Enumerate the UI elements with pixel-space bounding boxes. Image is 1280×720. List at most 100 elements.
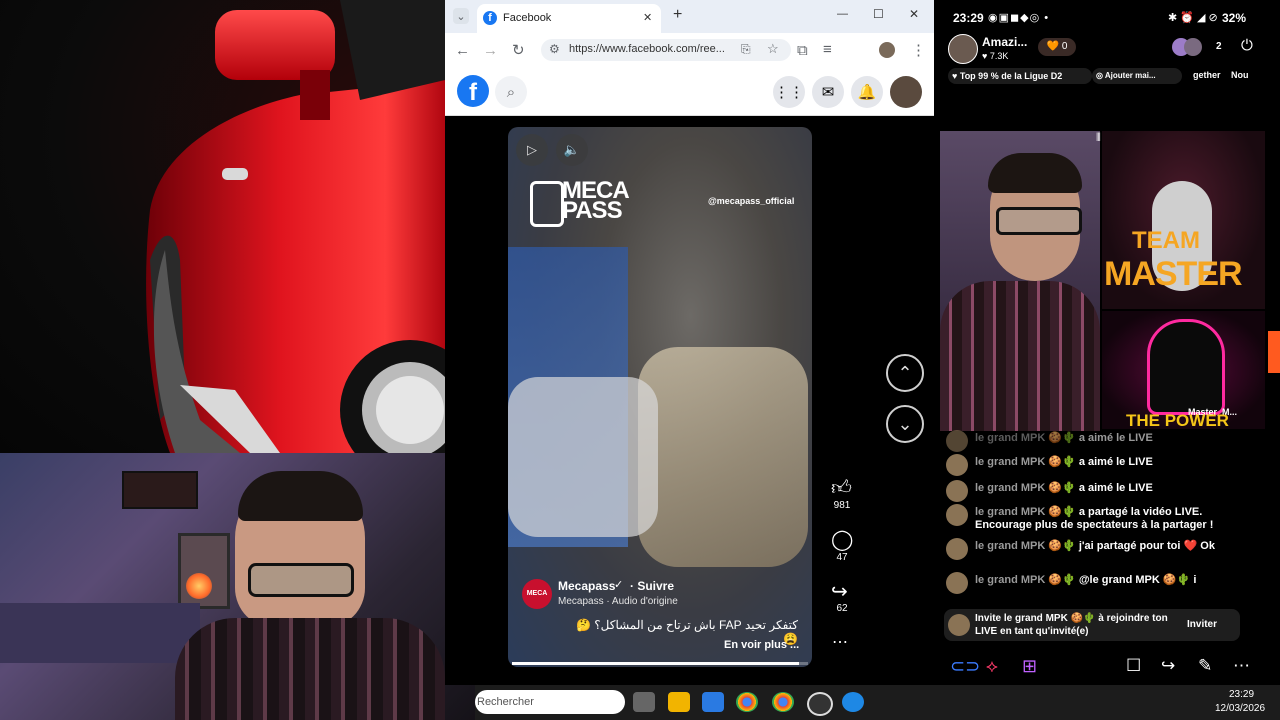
effects-icon[interactable]: ✎ <box>1198 656 1212 676</box>
progress-track[interactable] <box>512 662 808 665</box>
invite-button[interactable]: Inviter <box>1187 619 1217 630</box>
clock-time[interactable]: 23:29 <box>1229 689 1254 700</box>
host-glasses <box>996 207 1082 235</box>
streamer-name[interactable]: Amazi... <box>982 35 1027 49</box>
author-name[interactable]: Mecapass <box>558 579 615 593</box>
chrome-icon[interactable] <box>736 692 758 712</box>
store-icon[interactable] <box>702 692 724 712</box>
volume-icon[interactable]: 🔈 <box>556 134 588 166</box>
app-icon[interactable] <box>842 692 864 712</box>
hooded-figure <box>1147 319 1225 415</box>
co-host-icon[interactable]: ⊂⊃ <box>950 656 980 677</box>
obs-icon[interactable] <box>807 692 833 716</box>
window-close-button[interactable]: ✕ <box>909 7 919 21</box>
glasses <box>248 563 354 597</box>
guest-banner: TEAM <box>1132 227 1200 254</box>
chat-username[interactable]: le grand MPK <box>975 540 1045 552</box>
tab-title: Facebook <box>503 12 552 24</box>
tab-facebook[interactable]: f Facebook ✕ <box>477 4 661 33</box>
maximize-button[interactable]: ☐ <box>873 7 884 21</box>
search-icon[interactable]: ⌕ <box>495 76 527 108</box>
new-tab-button[interactable]: + <box>673 6 682 24</box>
person-hair <box>238 471 363 521</box>
task-view-icon[interactable] <box>633 692 655 712</box>
notifications-bell-icon[interactable]: 🔔 <box>851 76 883 108</box>
chat-body: a aimé le LIVE <box>1078 482 1153 494</box>
add-chip[interactable]: ◎ Ajouter mai... <box>1092 68 1182 84</box>
browser-menu-icon[interactable]: ⋮ <box>911 41 926 59</box>
coin-badge[interactable]: 🧡 0 <box>1038 38 1076 56</box>
back-arrow-icon[interactable]: ← <box>455 42 470 59</box>
chat-emoji: 🍪🌵 <box>1048 432 1076 444</box>
share-icon[interactable]: ↪ <box>1161 656 1175 676</box>
more-options-icon[interactable]: ⋯ <box>832 632 848 652</box>
chat-message: le grand MPK 🍪🌵 j'ai partagé pour toi ❤️… <box>946 538 1256 570</box>
follow-button[interactable]: · Suivre <box>630 579 674 593</box>
facebook-logo-icon[interactable]: f <box>457 75 489 107</box>
like-icon[interactable]: 👍︎ <box>831 476 852 500</box>
taskbar-search[interactable]: Rechercher <box>475 690 625 714</box>
viewer-avatar[interactable] <box>1184 38 1202 56</box>
profile-avatar[interactable] <box>890 76 922 108</box>
reel-video[interactable]: ▷ 🔈 MECA PASS @mecapass_official MECA Me… <box>508 127 812 667</box>
extensions-icon[interactable]: ⧉ <box>797 42 808 59</box>
rank-badge[interactable]: ♥ Top 99 % de la Ligue D2 <box>948 68 1092 84</box>
car-background-image <box>0 0 445 453</box>
chat-username[interactable]: le grand MPK <box>975 482 1045 494</box>
comment-count: 47 <box>836 552 848 563</box>
audio-source[interactable]: Mecapass · Audio d'origine <box>558 596 678 607</box>
chat-avatar <box>946 480 968 502</box>
forward-arrow-icon[interactable]: → <box>483 42 498 59</box>
guest-banner: THE POWER <box>1126 411 1229 430</box>
phone-time: 23:29 <box>953 11 984 25</box>
chat-username[interactable]: le grand MPK <box>975 432 1045 444</box>
bookmark-star-icon[interactable]: ☆ <box>767 41 779 57</box>
chat-username[interactable]: le grand MPK <box>975 506 1045 518</box>
profile-avatar[interactable] <box>879 42 895 58</box>
tab-search-icon[interactable]: ⌄ <box>453 8 469 24</box>
share-count: 62 <box>836 603 848 614</box>
chat-username[interactable]: le grand MPK <box>975 456 1045 468</box>
tab-close-icon[interactable]: ✕ <box>643 11 652 24</box>
chat-emoji: 🍪🌵 <box>1048 456 1076 468</box>
next-reel-button[interactable]: ⌄ <box>886 405 924 443</box>
more-icon[interactable]: ⋯ <box>1233 656 1250 676</box>
layout-icon[interactable]: ⦀ <box>1096 132 1101 145</box>
power-icon[interactable]: ⏻ <box>1241 37 1253 54</box>
reload-icon[interactable]: ↻ <box>512 41 525 59</box>
url-field[interactable]: ⚙ https://www.facebook.com/ree... ⎘ ☆ <box>541 39 791 61</box>
comment-icon[interactable]: ◯ <box>831 527 853 552</box>
share-icon[interactable]: ↪ <box>831 579 848 604</box>
together-chip[interactable]: gether <box>1193 70 1221 80</box>
like-count: 981 <box>833 500 851 511</box>
phone-live-stream: 23:29 ◉▣◼◆◎ • ✱ ⏰ ◢ ⊘ 32% Amazi... ♥ 7.3… <box>936 0 1267 685</box>
author-avatar[interactable]: MECA <box>522 579 552 609</box>
menu-grid-icon[interactable]: ⋮⋮ <box>773 76 805 108</box>
red-car-illustration <box>146 0 445 453</box>
chat-emoji: 🍪🌵 <box>1048 574 1076 586</box>
chat-avatar <box>946 538 968 560</box>
grid-icon[interactable]: ⊞ <box>1022 656 1037 677</box>
previous-reel-button[interactable]: ⌃ <box>886 354 924 392</box>
site-info-icon[interactable]: ⚙ <box>549 42 560 56</box>
invite-banner: Invite le grand MPK 🍪🌵 à rejoindre ton L… <box>944 609 1240 641</box>
media-controls-icon[interactable]: ≡ <box>823 41 832 58</box>
watermark-logo-text: PASS <box>562 197 623 224</box>
cast-icon[interactable]: ⎘ <box>741 42 751 57</box>
chat-body: a aimé le LIVE <box>1078 456 1153 468</box>
minimize-button[interactable]: — <box>837 8 848 20</box>
message-icon[interactable]: ☐ <box>1126 656 1141 676</box>
chrome-icon[interactable] <box>772 692 794 712</box>
play-icon[interactable]: ▷ <box>516 134 548 166</box>
edge-tab[interactable] <box>1268 331 1280 373</box>
see-more-link[interactable]: En voir plus ... <box>724 639 799 651</box>
new-chip[interactable]: Nou <box>1231 70 1249 80</box>
chat-username[interactable]: le grand MPK <box>975 574 1045 586</box>
clock-date[interactable]: 12/03/2026 <box>1215 703 1265 714</box>
file-explorer-icon[interactable] <box>668 692 690 712</box>
watermark-handle: @mecapass_official <box>708 196 795 206</box>
streamer-avatar[interactable] <box>948 34 978 64</box>
messenger-icon[interactable]: ✉ <box>812 76 844 108</box>
progress-fill <box>512 662 800 665</box>
match-icon[interactable]: ⟡ <box>986 656 998 677</box>
